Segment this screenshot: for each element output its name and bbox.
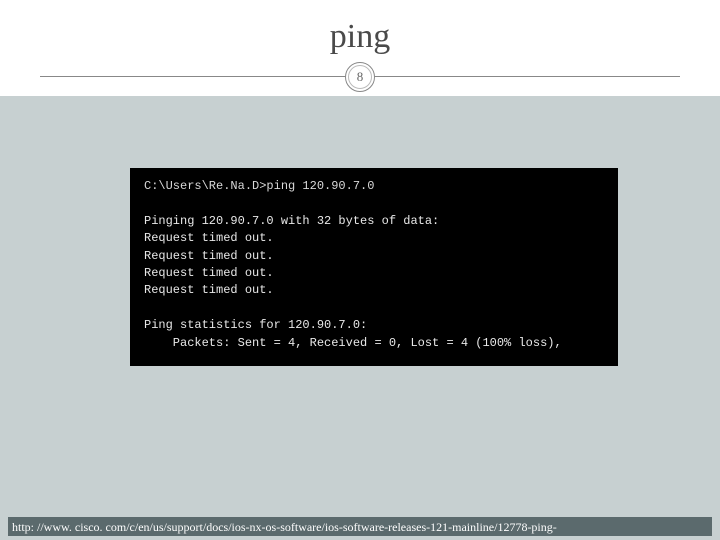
slide-title: ping xyxy=(0,0,720,62)
terminal-line: Packets: Sent = 4, Received = 0, Lost = … xyxy=(144,336,562,350)
terminal-line: Request timed out. xyxy=(144,266,274,280)
terminal-output: C:\Users\Re.Na.D>ping 120.90.7.0 Pinging… xyxy=(130,168,618,366)
terminal-line: Request timed out. xyxy=(144,249,274,263)
terminal-line: Ping statistics for 120.90.7.0: xyxy=(144,318,367,332)
terminal-prompt-line: C:\Users\Re.Na.D>ping 120.90.7.0 xyxy=(144,179,374,193)
page-number-badge: 8 xyxy=(345,62,375,92)
page-number-inner-ring xyxy=(348,65,372,89)
terminal-line: Request timed out. xyxy=(144,231,274,245)
terminal-line: Request timed out. xyxy=(144,283,274,297)
title-rule-area: 8 xyxy=(0,62,720,92)
terminal-line: Pinging 120.90.7.0 with 32 bytes of data… xyxy=(144,214,439,228)
footer-url: http: //www. cisco. com/c/en/us/support/… xyxy=(8,517,712,536)
slide: ping 8 C:\Users\Re.Na.D>ping 120.90.7.0 … xyxy=(0,0,720,540)
slide-body: C:\Users\Re.Na.D>ping 120.90.7.0 Pinging… xyxy=(0,96,720,540)
